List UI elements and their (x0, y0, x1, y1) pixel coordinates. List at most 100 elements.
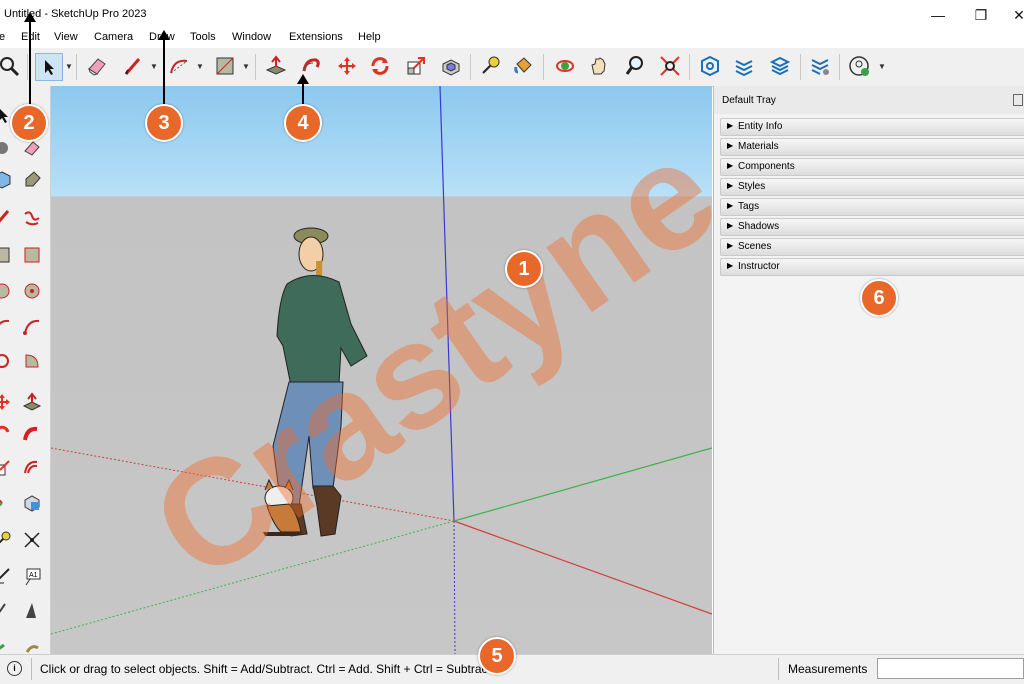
expand-arrow-icon: ▶ (727, 201, 734, 210)
freehand-icon[interactable] (20, 206, 44, 230)
default-tray: Default Tray ▶ Entity Info ▶ Materials ▶ Co… (713, 86, 1024, 654)
two-point-arc-icon[interactable] (20, 314, 44, 338)
pan-icon[interactable] (586, 53, 612, 79)
rectangle-tool-icon[interactable] (0, 243, 14, 267)
rectangle-dropdown-icon[interactable]: ▼ (242, 62, 250, 71)
panel-materials[interactable]: ▶ Materials (720, 138, 1024, 156)
menu-tools[interactable]: Tools (190, 31, 216, 43)
3d-text-tool-icon[interactable] (0, 598, 14, 622)
account-dropdown-icon[interactable]: ▼ (878, 62, 886, 71)
close-button[interactable]: ✕ (1000, 4, 1024, 26)
tag-icon[interactable] (20, 168, 44, 192)
panel-tags[interactable]: ▶ Tags (720, 198, 1024, 216)
panel-styles[interactable]: ▶ Styles (720, 178, 1024, 196)
panel-components[interactable]: ▶ Components (720, 158, 1024, 176)
section-plane-icon[interactable] (20, 598, 44, 622)
move-icon[interactable] (334, 53, 360, 79)
section-box-icon[interactable] (20, 491, 44, 515)
arc-icon[interactable] (166, 53, 192, 79)
svg-text:Crastyne: Crastyne (123, 106, 712, 612)
zoom-icon[interactable] (622, 53, 648, 79)
restore-button[interactable]: ❐ (962, 4, 1000, 26)
menu-help[interactable]: Help (358, 31, 381, 43)
select-icon[interactable] (35, 53, 63, 81)
menu-extensions[interactable]: Extensions (289, 31, 343, 43)
menu-file[interactable]: e (0, 31, 5, 43)
arc-tool-icon[interactable] (0, 314, 14, 338)
expand-arrow-icon: ▶ (727, 221, 734, 230)
drawing-area[interactable]: Crastyne (51, 86, 712, 654)
zoom-extents-icon[interactable] (0, 53, 22, 79)
pencil-tool-icon[interactable] (0, 206, 14, 230)
svg-text:A1: A1 (29, 572, 38, 579)
zoom-window-icon[interactable] (657, 53, 683, 79)
account-icon[interactable] (846, 53, 872, 79)
expand-arrow-icon: ▶ (727, 261, 734, 270)
minimize-button[interactable]: — (919, 4, 957, 26)
lasso-icon[interactable] (0, 136, 14, 160)
measurements-label: Measurements (788, 662, 868, 676)
annotation-badge-1: 1 (505, 250, 543, 288)
annotation-arrow-2 (24, 12, 36, 105)
push-pull-icon[interactable] (263, 53, 289, 79)
move-tool-icon[interactable] (0, 390, 14, 414)
menu-camera[interactable]: Camera (94, 31, 133, 43)
expand-arrow-icon: ▶ (727, 241, 734, 250)
scale-tool-icon[interactable] (0, 456, 14, 480)
menu-view[interactable]: View (54, 31, 78, 43)
expand-arrow-icon: ▶ (727, 181, 734, 190)
panel-scenes[interactable]: ▶ Scenes (720, 238, 1024, 256)
component-icon[interactable] (0, 168, 14, 192)
push-pull-tool-icon[interactable] (20, 390, 44, 414)
panel-instructor[interactable]: ▶ Instructor (720, 258, 1024, 276)
expand-arrow-icon: ▶ (727, 161, 734, 170)
axes-tool-icon[interactable] (0, 491, 14, 515)
rotate-icon[interactable] (367, 53, 393, 79)
panel-entity-info[interactable]: ▶ Entity Info (720, 118, 1024, 136)
rotated-rectangle-icon[interactable] (20, 243, 44, 267)
tray-title: Default Tray (722, 95, 776, 106)
status-text: Click or drag to select objects. Shift =… (40, 662, 495, 676)
eraser-icon[interactable] (84, 53, 110, 79)
annotation-arrow-4 (297, 74, 309, 104)
rectangle-icon[interactable] (212, 53, 238, 79)
title-bar: Untitled - SketchUp Pro 2023 — ❐ ✕ (0, 0, 1024, 30)
line-icon[interactable] (120, 53, 146, 79)
extension-warehouse-icon[interactable] (731, 53, 757, 79)
measurements-input[interactable] (877, 658, 1024, 679)
dimension-tool-icon[interactable] (20, 528, 44, 552)
extension-manager-icon[interactable] (807, 53, 833, 79)
orbit-icon[interactable] (552, 53, 578, 79)
menu-window[interactable]: Window (232, 31, 271, 43)
arc-dropdown-icon[interactable]: ▼ (196, 62, 204, 71)
offset-tool-icon[interactable] (20, 456, 44, 480)
tray-pin-icon[interactable] (1013, 94, 1023, 106)
select-dropdown-icon[interactable]: ▼ (65, 62, 73, 71)
offset-icon[interactable] (438, 53, 464, 79)
tape-tool-icon[interactable] (0, 528, 14, 552)
follow-me-tool-icon[interactable] (20, 423, 44, 447)
scale-icon[interactable] (403, 53, 429, 79)
pie-icon[interactable] (20, 349, 44, 373)
green-axis (453, 447, 712, 522)
red-axis (453, 520, 712, 615)
scene-canvas: Crastyne (51, 86, 712, 654)
line-dropdown-icon[interactable]: ▼ (150, 62, 158, 71)
blue-axis-negative (453, 520, 456, 654)
3d-warehouse-icon[interactable] (697, 53, 723, 79)
protractor-tool-icon[interactable] (0, 564, 14, 588)
tape-measure-icon[interactable] (477, 53, 503, 79)
annotation-badge-5: 5 (478, 637, 516, 675)
main-toolbar: ▼ ▼ ▼ ▼ ▼ (0, 48, 1024, 87)
info-icon[interactable]: i (7, 661, 22, 676)
watermark: Crastyne (123, 106, 712, 612)
annotation-badge-2: 2 (10, 104, 48, 142)
panel-shadows[interactable]: ▶ Shadows (720, 218, 1024, 236)
three-point-arc-icon[interactable] (0, 349, 14, 373)
text-tool-icon[interactable]: A1 (20, 564, 44, 588)
circle-tool-icon[interactable] (0, 279, 14, 303)
polygon-tool-icon[interactable] (20, 279, 44, 303)
paint-bucket-icon[interactable] (510, 53, 536, 79)
layout-icon[interactable] (767, 53, 793, 79)
rotate-tool-icon[interactable] (0, 423, 14, 447)
